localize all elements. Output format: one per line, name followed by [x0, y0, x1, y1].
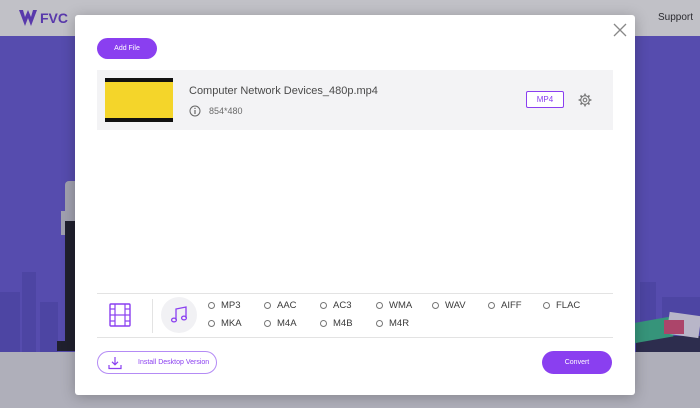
file-name: Computer Network Devices_480p.mp4 [189, 85, 378, 97]
convert-button[interactable]: Convert [542, 351, 612, 374]
format-option-ac3[interactable]: AC3 [320, 300, 351, 311]
format-option-m4b[interactable]: M4B [320, 318, 353, 329]
audio-format-tab[interactable] [161, 297, 197, 333]
tab-separator [152, 299, 153, 333]
format-label: M4B [333, 318, 353, 329]
gear-icon[interactable] [578, 93, 592, 107]
format-label: M4R [389, 318, 410, 329]
add-file-button[interactable]: Add File [97, 38, 157, 59]
radio-button[interactable] [432, 302, 439, 309]
format-label: MP3 [221, 300, 241, 311]
format-option-mka[interactable]: MKA [208, 318, 242, 329]
format-label: FLAC [556, 300, 581, 311]
format-label: AIFF [501, 300, 522, 311]
format-option-aiff[interactable]: AIFF [488, 300, 522, 311]
radio-button[interactable] [543, 302, 550, 309]
format-option-aac[interactable]: AAC [264, 300, 297, 311]
install-desktop-label: Install Desktop Version [138, 359, 210, 366]
info-icon[interactable] [189, 105, 201, 117]
file-list-item: Computer Network Devices_480p.mp4 854*48… [97, 70, 613, 130]
format-option-m4a[interactable]: M4A [264, 318, 297, 329]
radio-button[interactable] [376, 302, 383, 309]
format-panel-divider-bottom [97, 337, 613, 338]
format-label: WAV [445, 300, 466, 311]
convert-dialog: Add File Computer Network Devices_480p.m… [75, 15, 635, 395]
radio-button[interactable] [376, 320, 383, 327]
radio-button[interactable] [208, 302, 215, 309]
format-label: MKA [221, 318, 242, 329]
radio-button[interactable] [264, 302, 271, 309]
radio-button[interactable] [208, 320, 215, 327]
download-icon [108, 357, 122, 370]
format-option-wma[interactable]: WMA [376, 300, 412, 311]
format-label: M4A [277, 318, 297, 329]
music-note-icon [170, 306, 188, 323]
format-option-mp3[interactable]: MP3 [208, 300, 241, 311]
file-resolution: 854*480 [209, 106, 243, 116]
thumbnail-frame [105, 82, 173, 118]
video-thumbnail [105, 78, 173, 122]
radio-button[interactable] [320, 320, 327, 327]
radio-button[interactable] [264, 320, 271, 327]
format-label: WMA [389, 300, 413, 311]
format-label: AC3 [333, 300, 352, 311]
format-option-wav[interactable]: WAV [432, 300, 466, 311]
format-option-m4r[interactable]: M4R [376, 318, 409, 329]
install-desktop-button[interactable]: Install Desktop Version [97, 351, 217, 374]
format-panel-divider-top [97, 293, 613, 294]
film-icon[interactable] [109, 303, 131, 327]
radio-button[interactable] [320, 302, 327, 309]
format-option-flac[interactable]: FLAC [543, 300, 580, 311]
output-format-badge[interactable]: MP4 [526, 91, 564, 108]
radio-button[interactable] [488, 302, 495, 309]
close-icon[interactable] [613, 23, 627, 37]
format-label: AAC [277, 300, 297, 311]
